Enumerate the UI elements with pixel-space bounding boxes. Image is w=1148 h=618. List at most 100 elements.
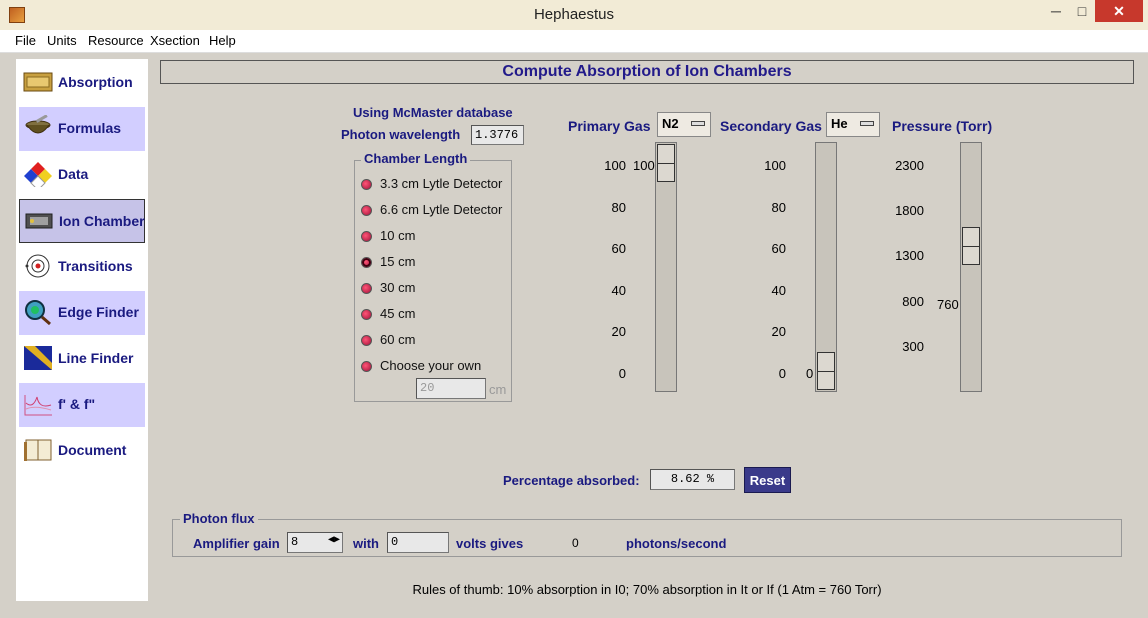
menu-units[interactable]: Units	[47, 33, 77, 48]
secondary-gas-select[interactable]: He	[826, 112, 880, 137]
sidebar-item-ion-chamber[interactable]: Ion Chamber	[19, 199, 145, 243]
secondary-gas-slider-value: 0	[806, 366, 814, 381]
amplifier-gain-label: Amplifier gain	[193, 536, 280, 551]
primary-gas-tick: 60	[611, 241, 626, 256]
chamber-length-option-label: 10 cm	[380, 228, 416, 243]
primary-gas-slider-thumb[interactable]	[657, 144, 675, 182]
pressure-tick: 800	[902, 294, 924, 309]
amplifier-gain-value: 8	[291, 535, 299, 549]
spinner-arrows-icon[interactable]: ◀▶	[328, 534, 340, 546]
rules-of-thumb-text: Rules of thumb: 10% absorption in I0; 70…	[412, 582, 882, 597]
sidebar-item-label: Ion Chamber	[59, 213, 145, 229]
menu-file[interactable]: File	[15, 33, 36, 48]
photons-unit-label: photons/second	[626, 536, 727, 551]
photon-flux-legend: Photon flux	[180, 511, 258, 526]
chamber-length-option-label: 30 cm	[380, 280, 416, 295]
chamber-length-option-label: 3.3 cm Lytle Detector	[380, 176, 503, 191]
custom-length-unit: cm	[489, 382, 507, 397]
sidebar-item-label: Formulas	[58, 120, 122, 136]
chamber-length-option-label: 6.6 cm Lytle Detector	[380, 202, 503, 217]
chevron-down-icon	[691, 121, 705, 126]
chamber-length-radio[interactable]	[361, 205, 372, 216]
secondary-gas-slider[interactable]	[815, 142, 837, 392]
chamber-length-radio[interactable]	[361, 231, 372, 242]
sidebar-item-line-finder[interactable]: Line Finder	[19, 337, 145, 381]
primary-gas-tick: 0	[618, 366, 626, 381]
maximize-button[interactable]: □	[1069, 0, 1095, 22]
minimize-button[interactable]: ─	[1043, 0, 1069, 22]
sidebar-item-label: Absorption	[58, 74, 133, 90]
pressure-tick: 300	[902, 339, 924, 354]
amplifier-gain-spinner[interactable]: 8 ◀▶	[287, 532, 343, 553]
secondary-gas-value: He	[831, 116, 848, 131]
wavelength-label: Photon wavelength	[341, 127, 461, 142]
percentage-absorbed-value: 8.62 %	[650, 469, 735, 490]
book-icon	[24, 439, 52, 461]
menu-xsection[interactable]: Xsection	[150, 33, 200, 48]
volts-gives-label: volts gives	[456, 536, 524, 551]
sidebar-item-f-prime[interactable]: f' & f"	[19, 383, 145, 427]
primary-gas-slider-value: 100	[633, 158, 655, 173]
primary-gas-slider[interactable]	[655, 142, 677, 392]
sidebar-item-label: Line Finder	[58, 350, 134, 366]
chamber-length-option-label: Choose your own	[380, 358, 482, 373]
secondary-gas-label: Secondary Gas	[720, 118, 822, 134]
custom-length-input[interactable]: 20	[416, 378, 486, 399]
menu-resource[interactable]: Resource	[88, 33, 144, 48]
primary-gas-value: N2	[662, 116, 679, 131]
volts-input[interactable]: 0	[387, 532, 449, 553]
gold-bar-icon	[23, 72, 53, 92]
chamber-length-radio[interactable]	[361, 283, 372, 294]
sidebar-item-data[interactable]: Data	[19, 153, 145, 197]
ion-chamber-icon	[25, 213, 53, 229]
mortar-icon	[25, 115, 51, 134]
chamber-length-legend: Chamber Length	[361, 151, 471, 166]
sidebar-item-edge-finder[interactable]: Edge Finder	[19, 291, 145, 335]
secondary-gas-tick: 100	[764, 158, 786, 173]
secondary-gas-slider-thumb[interactable]	[817, 352, 835, 390]
chamber-length-option-label: 15 cm	[380, 254, 416, 269]
chamber-length-radio[interactable]	[361, 257, 372, 268]
pressure-tick: 1800	[895, 203, 924, 218]
sidebar-item-formulas[interactable]: Formulas	[19, 107, 145, 151]
pressure-slider-thumb[interactable]	[962, 227, 980, 266]
sidebar-item-absorption[interactable]: Absorption	[19, 61, 145, 105]
magnifier-icon	[25, 300, 51, 325]
pressure-slider-value: 760	[937, 297, 959, 312]
wavelength-input[interactable]: 1.3776	[471, 125, 524, 145]
primary-gas-tick: 40	[611, 283, 626, 298]
secondary-gas-tick: 0	[778, 366, 786, 381]
close-button[interactable]: ✕	[1095, 0, 1143, 22]
ruler-icon	[24, 346, 52, 370]
chevron-down-icon	[860, 121, 874, 126]
database-label: Using McMaster database	[353, 105, 513, 120]
primary-gas-tick: 100	[604, 158, 626, 173]
chamber-length-radio[interactable]	[361, 179, 372, 190]
sidebar-item-label: Data	[58, 166, 89, 182]
atom-icon	[25, 254, 50, 278]
secondary-gas-tick: 20	[771, 324, 786, 339]
chamber-length-radio[interactable]	[361, 309, 372, 320]
sidebar-item-label: Document	[58, 442, 127, 458]
menu-help[interactable]: Help	[209, 33, 236, 48]
sidebar-item-label: Transitions	[58, 258, 133, 274]
percentage-absorbed-label: Percentage absorbed:	[503, 473, 640, 488]
primary-gas-label: Primary Gas	[568, 118, 651, 134]
secondary-gas-tick: 80	[771, 200, 786, 215]
page-title: Compute Absorption of Ion Chambers	[160, 60, 1134, 84]
primary-gas-select[interactable]: N2	[657, 112, 711, 137]
sidebar-item-transitions[interactable]: Transitions	[19, 245, 145, 289]
photons-value: 0	[572, 536, 579, 550]
sidebar-item-document[interactable]: Document	[19, 429, 145, 473]
hazard-diamond-icon	[24, 162, 52, 187]
with-label: with	[353, 536, 379, 551]
chamber-length-option-label: 60 cm	[380, 332, 416, 347]
window-title: Hephaestus	[533, 6, 615, 23]
sidebar-item-label: f' & f"	[58, 396, 96, 412]
pressure-label: Pressure (Torr)	[892, 118, 993, 134]
pressure-slider[interactable]	[960, 142, 982, 392]
chamber-length-radio[interactable]	[361, 335, 372, 346]
reset-button[interactable]: Reset	[744, 467, 791, 493]
graph-icon	[24, 395, 52, 416]
chamber-length-radio[interactable]	[361, 361, 372, 372]
